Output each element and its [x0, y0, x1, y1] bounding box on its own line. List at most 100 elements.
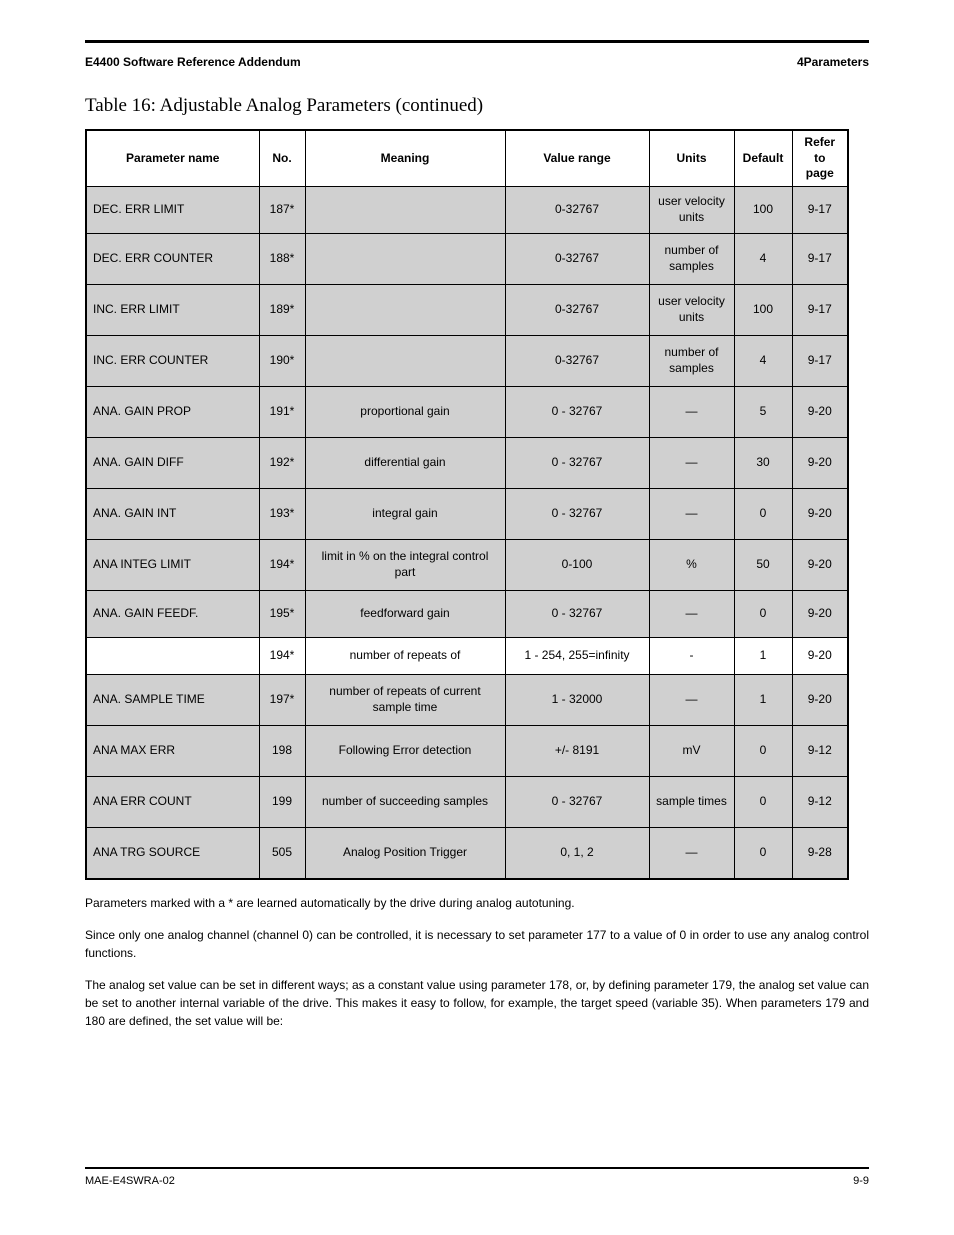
cell: 190*: [259, 335, 305, 386]
cell: 9-17: [792, 186, 848, 233]
parameters-table: Parameter name No. Meaning Value range U…: [85, 129, 849, 880]
table-row: ANA INTEG LIMIT 194* limit in % on the i…: [86, 539, 848, 590]
cell: 194*: [259, 637, 305, 674]
cell: feedforward gain: [305, 590, 505, 637]
table-row: INC. ERR LIMIT 189* 0-32767 user velocit…: [86, 284, 848, 335]
cell: 189*: [259, 284, 305, 335]
cell: +/- 8191: [505, 725, 649, 776]
cell: 0: [734, 725, 792, 776]
cell: 9-20: [792, 386, 848, 437]
cell: Analog Position Trigger: [305, 827, 505, 879]
cell: ANA. GAIN FEEDF.: [86, 590, 259, 637]
cell: INC. ERR COUNTER: [86, 335, 259, 386]
cell: number of samples: [649, 233, 734, 284]
col-meaning: Meaning: [305, 130, 505, 186]
cell: 9-20: [792, 590, 848, 637]
cell: 9-20: [792, 674, 848, 725]
col-page: Refer to page: [792, 130, 848, 186]
cell: 0-32767: [505, 284, 649, 335]
cell: ANA ERR COUNT: [86, 776, 259, 827]
cell: 9-17: [792, 233, 848, 284]
cell: user velocity units: [649, 284, 734, 335]
table-row: ANA. GAIN PROP 191* proportional gain 0 …: [86, 386, 848, 437]
cell: 1 - 32000: [505, 674, 649, 725]
table-row: ANA. GAIN DIFF 192* differential gain 0 …: [86, 437, 848, 488]
cell: 0 - 32767: [505, 776, 649, 827]
cell: 9-28: [792, 827, 848, 879]
col-range: Value range: [505, 130, 649, 186]
cell: number of succeeding samples: [305, 776, 505, 827]
cell: number of samples: [649, 335, 734, 386]
cell: 0: [734, 590, 792, 637]
cell: 1 - 254, 255=infinity: [505, 637, 649, 674]
cell: —: [649, 437, 734, 488]
table-row: ANA TRG SOURCE 505 Analog Position Trigg…: [86, 827, 848, 879]
cell: 5: [734, 386, 792, 437]
col-no: No.: [259, 130, 305, 186]
cell: ANA MAX ERR: [86, 725, 259, 776]
cell: 191*: [259, 386, 305, 437]
cell: user velocity units: [649, 186, 734, 233]
table-caption: Table 16: Adjustable Analog Parameters (…: [85, 95, 869, 117]
cell: 192*: [259, 437, 305, 488]
cell: 9-12: [792, 725, 848, 776]
cell: [305, 186, 505, 233]
cell: 199: [259, 776, 305, 827]
cell: 193*: [259, 488, 305, 539]
table-row: ANA MAX ERR 198 Following Error detectio…: [86, 725, 848, 776]
cell: 9-17: [792, 284, 848, 335]
cell: %: [649, 539, 734, 590]
cell: ANA. GAIN PROP: [86, 386, 259, 437]
cell: [305, 335, 505, 386]
body-paragraphs: Parameters marked with a * are learned a…: [85, 894, 869, 1030]
table-row: 194* number of repeats of 1 - 254, 255=i…: [86, 637, 848, 674]
cell: 9-12: [792, 776, 848, 827]
paragraph: The analog set value can be set in diffe…: [85, 976, 869, 1030]
cell: 9-20: [792, 539, 848, 590]
cell: DEC. ERR COUNTER: [86, 233, 259, 284]
table-row: ANA ERR COUNT 199 number of succeeding s…: [86, 776, 848, 827]
col-name: Parameter name: [86, 130, 259, 186]
cell: INC. ERR LIMIT: [86, 284, 259, 335]
cell: [86, 637, 259, 674]
cell: —: [649, 386, 734, 437]
cell: 0 - 32767: [505, 488, 649, 539]
cell: proportional gain: [305, 386, 505, 437]
cell: [305, 233, 505, 284]
cell: 4: [734, 335, 792, 386]
cell: 197*: [259, 674, 305, 725]
cell: ANA. GAIN INT: [86, 488, 259, 539]
header-right: 4Parameters: [797, 55, 869, 69]
cell: 0: [734, 827, 792, 879]
page-footer: MAE-E4SWRA-02 9-9: [85, 1167, 869, 1187]
cell: 505: [259, 827, 305, 879]
table-row: INC. ERR COUNTER 190* 0-32767 number of …: [86, 335, 848, 386]
col-default: Default: [734, 130, 792, 186]
cell: ANA. GAIN DIFF: [86, 437, 259, 488]
cell: sample times: [649, 776, 734, 827]
cell: 195*: [259, 590, 305, 637]
cell: 9-17: [792, 335, 848, 386]
cell: —: [649, 590, 734, 637]
table-row: ANA. SAMPLE TIME 197* number of repeats …: [86, 674, 848, 725]
table-row: ANA. GAIN INT 193* integral gain 0 - 327…: [86, 488, 848, 539]
cell: 0-100: [505, 539, 649, 590]
cell: 188*: [259, 233, 305, 284]
cell: 100: [734, 284, 792, 335]
table-row: DEC. ERR COUNTER 188* 0-32767 number of …: [86, 233, 848, 284]
cell: integral gain: [305, 488, 505, 539]
cell: 198: [259, 725, 305, 776]
cell: —: [649, 674, 734, 725]
cell: 0 - 32767: [505, 437, 649, 488]
table-header-row: Parameter name No. Meaning Value range U…: [86, 130, 848, 186]
cell: 30: [734, 437, 792, 488]
col-units: Units: [649, 130, 734, 186]
cell: 1: [734, 637, 792, 674]
cell: 0-32767: [505, 186, 649, 233]
cell: —: [649, 827, 734, 879]
table-row: ANA. GAIN FEEDF. 195* feedforward gain 0…: [86, 590, 848, 637]
table-row: DEC. ERR LIMIT 187* 0-32767 user velocit…: [86, 186, 848, 233]
cell: number of repeats of current sample time: [305, 674, 505, 725]
cell: limit in % on the integral control part: [305, 539, 505, 590]
cell: Following Error detection: [305, 725, 505, 776]
